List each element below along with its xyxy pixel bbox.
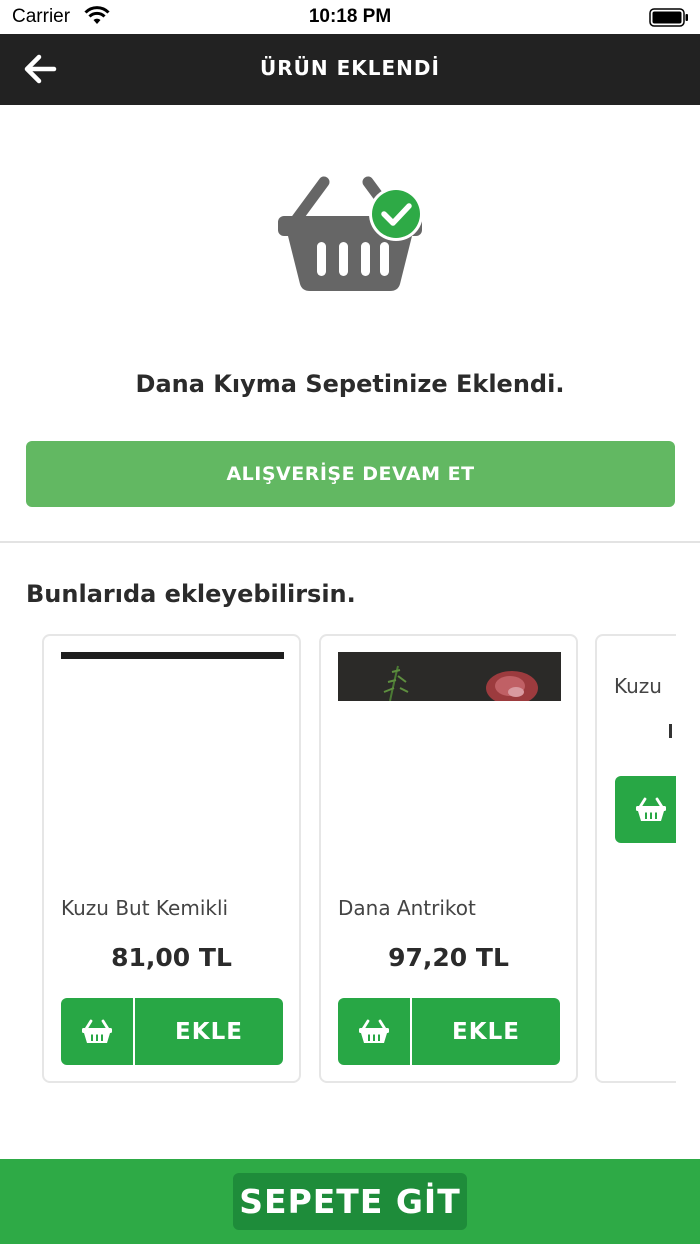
add-button[interactable]: EKLE — [135, 998, 283, 1065]
basket-check-icon — [278, 176, 423, 291]
nav-bar: ÜRÜN EKLENDİ — [0, 34, 700, 105]
product-price — [669, 724, 675, 738]
basket-icon — [636, 797, 666, 821]
product-card[interactable]: Kuzu But Kemikli 81,00 TL EKLE — [42, 634, 301, 1083]
status-time: 10:18 PM — [308, 6, 392, 27]
product-name: Kuzu But Kemikli — [61, 896, 229, 920]
product-carousel[interactable]: Kuzu But Kemikli 81,00 TL EKLE Dana Antr… — [0, 630, 676, 1090]
add-to-cart-group: EKLE — [338, 998, 560, 1065]
product-card[interactable]: Dana Antrikot 97,20 TL EKLE — [319, 634, 578, 1083]
basket-button[interactable] — [615, 776, 676, 843]
product-image — [61, 652, 284, 702]
product-price: 97,20 TL — [388, 943, 509, 972]
basket-icon — [359, 1019, 389, 1043]
footer-bar: SEPETE GİT — [0, 1159, 700, 1244]
add-to-cart-group: EKLE — [61, 998, 283, 1065]
page-title: ÜRÜN EKLENDİ — [260, 56, 440, 80]
suggestions-title: Bunlarıda ekleyebilirsin. — [26, 580, 356, 608]
add-button[interactable]: EKLE — [412, 998, 560, 1065]
continue-shopping-button[interactable]: ALIŞVERİŞE DEVAM ET — [26, 441, 675, 507]
basket-button[interactable] — [338, 998, 410, 1065]
product-price: 81,00 TL — [111, 943, 232, 972]
basket-icon — [82, 1019, 112, 1043]
product-image — [338, 652, 561, 702]
product-card[interactable]: Kuzu — [595, 634, 676, 1083]
battery-icon — [649, 8, 688, 27]
status-bar: Carrier 10:18 PM — [0, 0, 700, 34]
added-confirmation-message: Dana Kıyma Sepetinize Eklendi. — [135, 370, 565, 398]
basket-button[interactable] — [61, 998, 133, 1065]
section-divider — [0, 541, 700, 543]
go-to-cart-button[interactable]: SEPETE GİT — [233, 1173, 467, 1230]
product-name: Kuzu — [614, 674, 662, 698]
product-name: Dana Antrikot — [338, 896, 476, 920]
